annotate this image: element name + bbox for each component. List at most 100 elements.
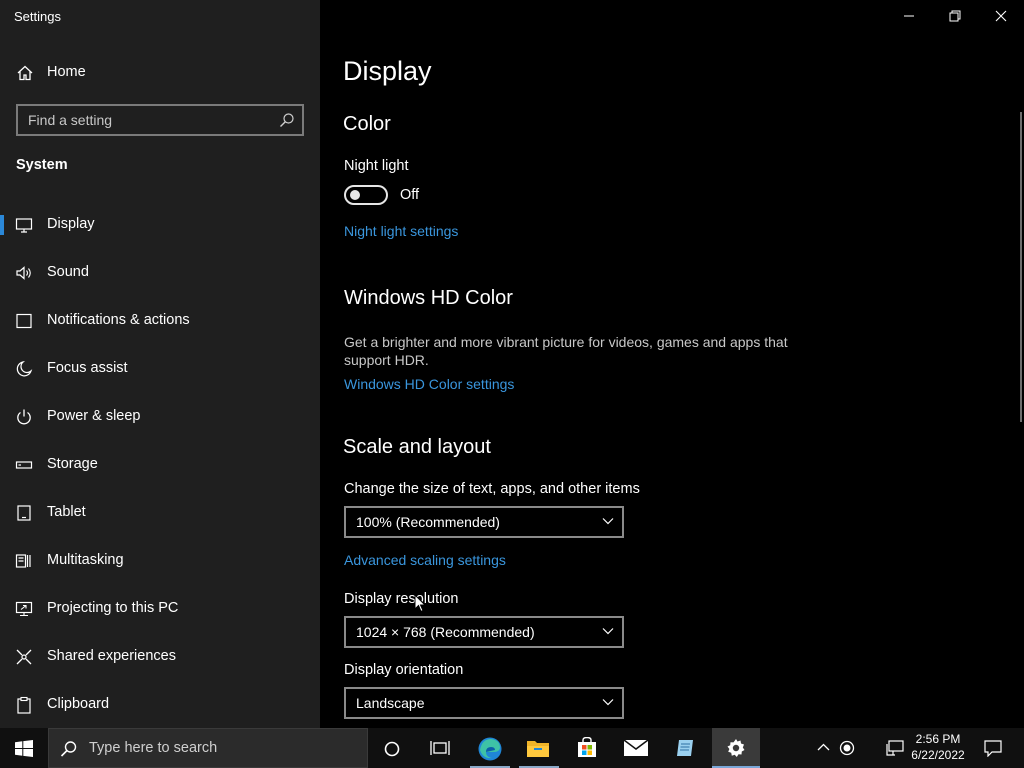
taskbar-search-box[interactable]: Type here to search (48, 728, 368, 768)
chevron-up-icon (817, 743, 830, 751)
hdr-heading: Windows HD Color (344, 287, 513, 309)
storage-icon (15, 461, 33, 469)
sidebar-item-shared-experiences[interactable]: Shared experiences (0, 637, 320, 677)
hdr-settings-link[interactable]: Windows HD Color settings (344, 376, 514, 392)
taskbar: Type here to search 2:56 PM 6/22/2022 (0, 728, 1024, 768)
sidebar-item-multitasking[interactable]: Multitasking (0, 541, 320, 581)
search-input[interactable] (28, 111, 268, 129)
sidebar-item-label: Home (47, 64, 86, 80)
sidebar-item-sound[interactable]: Sound (0, 253, 320, 293)
mail-button[interactable] (612, 728, 660, 768)
network-icon (886, 740, 904, 756)
sidebar-item-clipboard[interactable]: Clipboard (0, 685, 320, 725)
chevron-down-icon (602, 518, 614, 525)
night-light-settings-link[interactable]: Night light settings (344, 223, 458, 239)
sidebar-item-label: Clipboard (47, 696, 110, 712)
restore-button[interactable] (932, 0, 978, 32)
chevron-down-icon (602, 699, 614, 706)
toggle-knob (350, 190, 360, 200)
sidebar-item-display[interactable]: Display (0, 205, 320, 245)
sidebar-item-label: Display (47, 216, 95, 232)
monitor-icon (15, 218, 33, 233)
night-light-toggle[interactable] (344, 185, 388, 205)
sidebar-item-notifications[interactable]: Notifications & actions (0, 301, 320, 341)
restore-icon (949, 10, 961, 22)
sidebar-item-label: Multitasking (47, 552, 124, 568)
store-button[interactable] (563, 728, 611, 768)
window-title: Settings (14, 9, 61, 24)
main-pane: Display Color Night light Off Night ligh… (320, 0, 1024, 728)
dropdown-value: 100% (Recommended) (356, 514, 500, 530)
sidebar-item-home[interactable]: Home (0, 57, 320, 89)
action-center-icon (984, 740, 1002, 757)
color-heading: Color (343, 113, 391, 135)
sidebar-item-label: Focus assist (47, 360, 128, 376)
dropdown-value: Landscape (356, 695, 425, 711)
section-heading-system: System (16, 157, 68, 173)
sidebar-item-label: Projecting to this PC (47, 600, 179, 616)
home-icon (17, 65, 33, 81)
taskbar-search-placeholder: Type here to search (89, 740, 218, 756)
sidebar-item-label: Shared experiences (47, 648, 176, 664)
scale-dropdown[interactable]: 100% (Recommended) (344, 506, 624, 538)
find-setting-search[interactable] (16, 104, 304, 136)
orientation-label: Display orientation (344, 662, 464, 678)
windows-logo-icon (15, 740, 33, 757)
sidebar-item-focus-assist[interactable]: Focus assist (0, 349, 320, 389)
network-button[interactable] (882, 728, 908, 768)
advanced-scaling-link[interactable]: Advanced scaling settings (344, 552, 506, 568)
speaker-icon (16, 266, 31, 280)
sidebar-item-label: Power & sleep (47, 408, 141, 424)
shared-experiences-icon (16, 649, 32, 665)
night-light-state: Off (400, 187, 420, 203)
cortana-button[interactable] (370, 728, 414, 768)
multitasking-icon (15, 554, 31, 568)
sidebar-item-tablet[interactable]: Tablet (0, 493, 320, 533)
projecting-icon (15, 601, 33, 617)
resolution-label: Display resolution (344, 591, 459, 607)
settings-taskbar-button[interactable] (712, 728, 760, 768)
scrollbar[interactable] (1020, 112, 1022, 422)
sidebar-item-label: Storage (47, 456, 98, 472)
sidebar-item-label: Sound (47, 264, 89, 280)
edge-icon (478, 737, 502, 761)
sidebar-item-storage[interactable]: Storage (0, 445, 320, 485)
settings-icon (727, 739, 745, 757)
close-button[interactable] (978, 0, 1024, 32)
power-icon (17, 409, 31, 425)
minimize-icon (904, 15, 914, 17)
notepad-icon (677, 740, 693, 756)
clock-time: 2:56 PM (915, 732, 961, 746)
sidebar-item-power-sleep[interactable]: Power & sleep (0, 397, 320, 437)
edge-button[interactable] (466, 728, 514, 768)
minimize-button[interactable] (886, 0, 932, 32)
night-light-label: Night light (344, 158, 409, 174)
notepad-button[interactable] (661, 728, 709, 768)
file-explorer-button[interactable] (514, 728, 562, 768)
close-icon (995, 10, 1007, 22)
search-icon[interactable] (279, 112, 295, 128)
start-button[interactable] (0, 728, 48, 768)
record-icon (839, 740, 855, 756)
mail-icon (624, 740, 648, 756)
page-title: Display (343, 56, 432, 86)
dropdown-value: 1024 × 768 (Recommended) (356, 624, 535, 640)
orientation-dropdown[interactable]: Landscape (344, 687, 624, 719)
hdr-description: Get a brighter and more vibrant picture … (344, 334, 788, 368)
clock-date: 6/22/2022 (911, 748, 965, 762)
file-explorer-icon (527, 741, 549, 757)
sidebar-item-label: Tablet (47, 504, 86, 520)
resolution-dropdown[interactable]: 1024 × 768 (Recommended) (344, 616, 624, 648)
task-view-icon (430, 741, 450, 755)
task-view-button[interactable] (418, 728, 462, 768)
sidebar: Settings Home System Display Sound (0, 0, 320, 728)
tablet-icon (17, 505, 31, 521)
store-icon (578, 737, 596, 757)
sidebar-item-projecting[interactable]: Projecting to this PC (0, 589, 320, 629)
system-clock[interactable]: 2:56 PM 6/22/2022 (906, 731, 970, 763)
show-hidden-icons-button[interactable] (810, 728, 836, 768)
search-icon (60, 741, 77, 757)
scale-size-label: Change the size of text, apps, and other… (344, 481, 640, 497)
action-center-button[interactable] (976, 728, 1010, 768)
tray-recording-button[interactable] (836, 728, 860, 768)
